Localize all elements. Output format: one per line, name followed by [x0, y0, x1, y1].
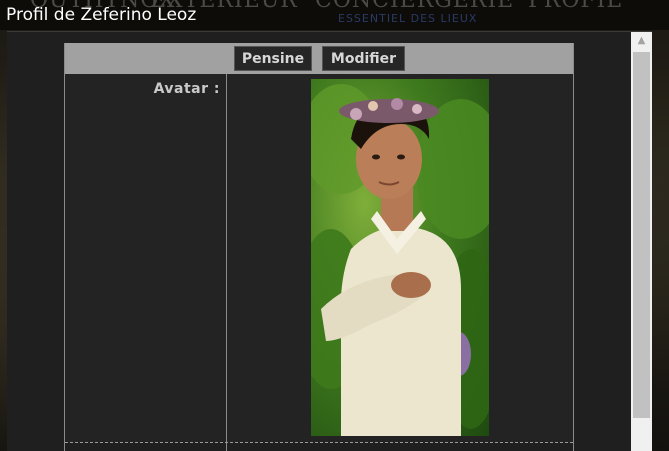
nav-subtitle: ESSENTIEL DES LIEUX — [338, 12, 478, 25]
modal-title: Profil de Zeferino Leoz — [6, 5, 197, 25]
avatar-photo — [311, 84, 489, 436]
row-divider — [65, 442, 573, 443]
profile-table: Pensine Modifier Avatar : — [64, 43, 574, 451]
scroll-up-icon[interactable]: ▲ — [631, 32, 652, 50]
profile-modal: Pensine Modifier Avatar : ▲ — [7, 31, 652, 451]
profile-toolbar: Pensine Modifier — [65, 43, 573, 74]
modal-content: Pensine Modifier Avatar : — [7, 32, 631, 451]
column-divider — [226, 74, 227, 451]
modifier-button[interactable]: Modifier — [322, 46, 405, 71]
avatar-label: Avatar : — [153, 81, 220, 97]
scroll-thumb[interactable] — [633, 52, 650, 418]
nav-item-profil[interactable]: PROFIL — [528, 0, 622, 13]
pensine-button[interactable]: Pensine — [234, 46, 312, 71]
avatar-image — [311, 79, 489, 436]
vertical-scrollbar[interactable]: ▲ — [631, 32, 652, 451]
